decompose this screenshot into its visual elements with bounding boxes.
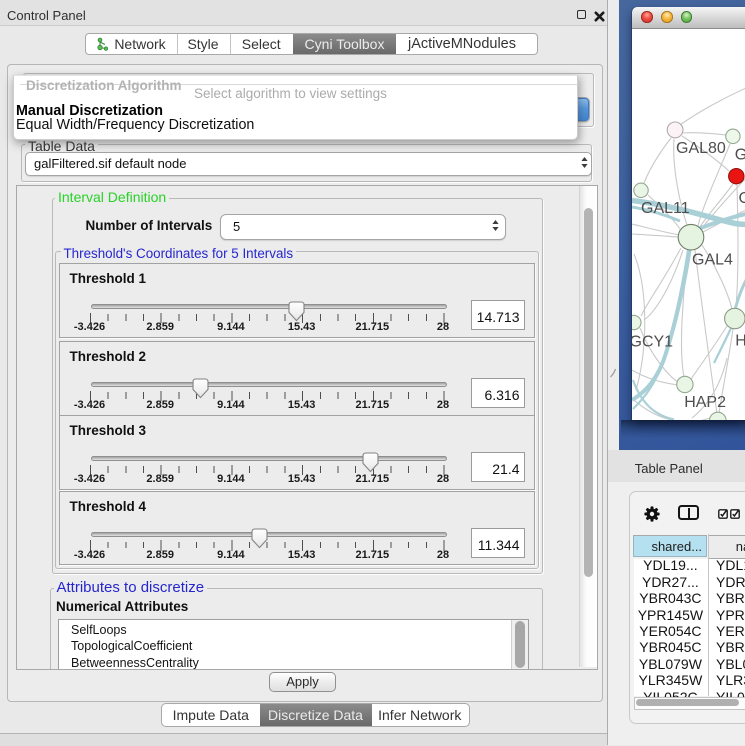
svg-text:GAL4: GAL4 — [692, 252, 733, 269]
svg-text:CR: CR — [738, 190, 745, 207]
svg-text:GAL11: GAL11 — [641, 200, 690, 217]
svg-text:HAP2: HAP2 — [684, 394, 726, 411]
svg-text:GCY1: GCY1 — [632, 334, 673, 351]
svg-text:GA: GA — [734, 147, 744, 164]
svg-text:GAL80: GAL80 — [676, 140, 726, 157]
svg-text:HA: HA — [735, 333, 745, 350]
